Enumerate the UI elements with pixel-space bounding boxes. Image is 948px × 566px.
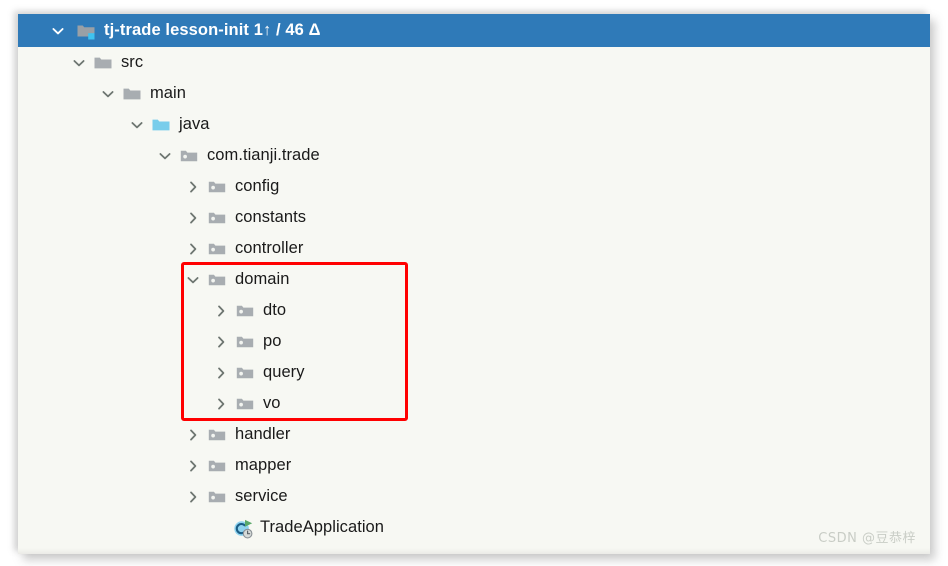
tree-row-tradeapplication[interactable]: TradeApplication [18,512,930,543]
chevron-right-icon[interactable] [185,427,201,443]
tree-row-handler[interactable]: handler [18,419,930,450]
chevron-right-icon[interactable] [185,241,201,257]
tree-node-label: com.tianji.trade [207,146,320,165]
package-icon [235,394,255,414]
tree-row-com-tianji-trade[interactable]: com.tianji.trade [18,140,930,171]
tree-row-dto[interactable]: dto [18,295,930,326]
package-icon [235,301,255,321]
package-icon [207,270,227,290]
module-folder-icon [76,21,96,41]
package-icon [207,208,227,228]
chevron-down-icon[interactable] [129,117,145,133]
tree-node-label: mapper [235,456,292,475]
tree-node-label: controller [235,239,304,258]
chevron-right-icon[interactable] [185,489,201,505]
tree-row-po[interactable]: po [18,326,930,357]
tree-node-label: dto [263,301,287,320]
tree-row-config[interactable]: config [18,171,930,202]
tree-node-label: domain [235,270,290,289]
chevron-right-icon[interactable] [213,396,229,412]
source-root-folder-icon [151,115,171,135]
package-icon [207,177,227,197]
tree-node-label: TradeApplication [260,518,385,537]
tree-node-label: main [150,84,186,103]
tree-row-constants[interactable]: constants [18,202,930,233]
package-icon [207,425,227,445]
chevron-down-icon[interactable] [100,86,116,102]
tree-node-label: query [263,363,305,382]
chevron-right-icon[interactable] [213,365,229,381]
folder-icon [93,53,113,73]
tree-row-vo[interactable]: vo [18,388,930,419]
tree-row-module-root[interactable]: tj-trade lesson-init 1↑ / 46 Δ [18,14,930,47]
tree-node-label: handler [235,425,291,444]
chevron-down-icon[interactable] [157,148,173,164]
java-class-runnable-icon [232,518,253,538]
chevron-down-icon[interactable] [185,272,201,288]
tree-node-label: java [179,115,210,134]
package-icon [207,239,227,259]
package-icon [179,146,199,166]
chevron-down-icon[interactable] [50,23,66,39]
tree-node-label: config [235,177,280,196]
watermark-text: CSDN @豆恭梓 [818,531,916,546]
chevron-down-icon[interactable] [71,55,87,71]
chevron-right-icon[interactable] [213,303,229,319]
tree-row-main[interactable]: main [18,78,930,109]
tree-row-mapper[interactable]: mapper [18,450,930,481]
tree-node-label: service [235,487,288,506]
module-title: tj-trade lesson-init 1↑ / 46 Δ [104,21,321,40]
tree-node-label: src [121,53,144,72]
tree-row-domain[interactable]: domain [18,264,930,295]
chevron-right-icon[interactable] [185,179,201,195]
tree-node-label: vo [263,394,281,413]
project-tree: src main java com.tianji.trade config constan… [18,47,930,554]
tree-node-label: po [263,332,282,351]
chevron-right-icon[interactable] [213,334,229,350]
package-icon [207,456,227,476]
tree-node-label: constants [235,208,307,227]
tree-row-controller[interactable]: controller [18,233,930,264]
panel-bottom-shade [18,548,930,554]
tree-row-query[interactable]: query [18,357,930,388]
screenshot-root: tj-trade lesson-init 1↑ / 46 Δ src main ja… [0,0,948,566]
package-icon [235,332,255,352]
tree-row-service[interactable]: service [18,481,930,512]
package-icon [207,487,227,507]
tree-row-java[interactable]: java [18,109,930,140]
tree-row-src[interactable]: src [18,47,930,78]
package-icon [235,363,255,383]
folder-icon [122,84,142,104]
chevron-right-icon[interactable] [185,458,201,474]
chevron-right-icon[interactable] [185,210,201,226]
project-tree-panel: tj-trade lesson-init 1↑ / 46 Δ src main ja… [18,14,930,554]
